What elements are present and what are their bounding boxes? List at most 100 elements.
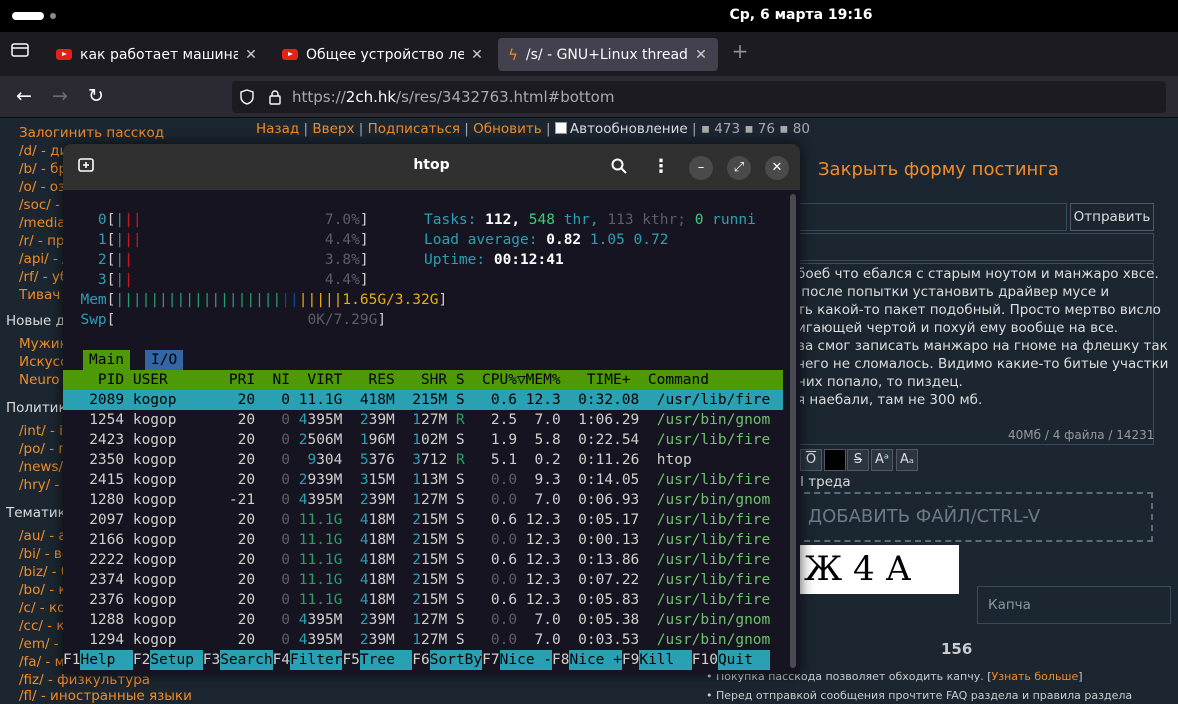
sidebar-item[interactable]: Мужик	[19, 336, 68, 352]
lock-icon[interactable]	[268, 81, 282, 113]
minimize-button[interactable]: –	[689, 156, 713, 180]
sidebar-item[interactable]: /fa/ - м	[19, 654, 65, 670]
sidebar-item[interactable]: /fl/ - иностранные языки	[19, 688, 192, 704]
firefox-view-icon[interactable]	[8, 42, 32, 66]
send-button[interactable]: Отправить	[1070, 203, 1154, 231]
fkey-f5[interactable]: F5	[342, 650, 359, 670]
process-row[interactable]: 2166 kogop 20 0 11.1G 418M 215M S 0.0 12…	[63, 530, 783, 550]
subscribe-link[interactable]: Подписаться	[368, 121, 460, 137]
fkey-f4[interactable]: F4	[273, 650, 290, 670]
url-text[interactable]: https://2ch.hk/s/res/3432763.html#bottom	[292, 81, 614, 113]
sidebar-item[interactable]: /c/ - ко	[19, 600, 65, 616]
tab-main[interactable]: Main	[83, 350, 130, 370]
sidebar-item[interactable]: /d/ - ди	[19, 143, 68, 159]
fkey-f8[interactable]: F8	[552, 650, 569, 670]
close-tab-icon[interactable]: ✕	[244, 47, 258, 63]
reload-icon[interactable]: ↻	[84, 85, 108, 109]
fkey-f6[interactable]: F6	[412, 650, 429, 670]
fkey-label[interactable]: Setup	[150, 650, 203, 670]
fkey-label[interactable]: Search	[220, 650, 273, 670]
fkey-f9[interactable]: F9	[622, 650, 639, 670]
refresh-link[interactable]: Обновить	[473, 121, 542, 137]
sidebar-item[interactable]: Тивач	[19, 287, 60, 303]
tab-youtube-1[interactable]: как работает машина - ✕	[46, 38, 268, 71]
sidebar-item[interactable]: /fiz/ - физкультура	[19, 672, 150, 688]
new-tab-button[interactable]: +	[728, 40, 752, 64]
sidebar-item[interactable]: Залогинить пасскод	[19, 125, 164, 141]
fkey-f2[interactable]: F2	[133, 650, 150, 670]
sidebar-item[interactable]: Neuro	[19, 372, 59, 388]
process-row[interactable]: 1294 kogop 20 0 4395M 239M 127M S 0.0 7.…	[63, 630, 783, 650]
name-input[interactable]	[797, 233, 1154, 261]
close-form-link[interactable]: Закрыть форму постинга	[818, 159, 1059, 180]
sidebar-section[interactable]: Тематик	[6, 505, 66, 521]
tab-io[interactable]: I/O	[145, 350, 184, 370]
spoiler-button[interactable]	[824, 449, 846, 471]
process-row[interactable]: 2350 kogop 20 0 9304 5376 3712 R 5.1 0.2…	[63, 450, 783, 470]
overline-button[interactable]: O	[800, 449, 822, 471]
sidebar-item[interactable]: /biz/ - б	[19, 564, 69, 580]
fkey-label[interactable]: Help	[80, 650, 133, 670]
up-link[interactable]: Вверх	[312, 121, 354, 137]
back-link[interactable]: Назад	[256, 121, 299, 137]
tab-youtube-2[interactable]: Общее устройство легк ✕	[272, 38, 494, 71]
process-row[interactable]: 2222 kogop 20 0 11.1G 418M 215M S 0.6 12…	[63, 550, 783, 570]
auto-refresh-checkbox[interactable]	[554, 122, 567, 134]
sidebar-item[interactable]: /rf/ - уб	[19, 269, 68, 285]
process-row[interactable]: 2089 kogop 20 0 11.1G 418M 215M S 0.6 12…	[63, 390, 783, 410]
fkey-f3[interactable]: F3	[203, 650, 220, 670]
sidebar-item[interactable]: /int/ - i	[19, 423, 63, 439]
process-row[interactable]: 1254 kogop 20 0 4395M 239M 127M R 2.5 7.…	[63, 410, 783, 430]
menu-icon[interactable]: ⋮	[652, 156, 670, 178]
strike-button[interactable]: S	[847, 449, 869, 471]
sidebar-item[interactable]: /r/ - пр	[19, 233, 65, 249]
sidebar-item[interactable]: /soc/ -	[19, 197, 60, 213]
sidebar-item[interactable]: /em/ -	[19, 636, 59, 652]
sidebar-item[interactable]: /b/ - бр	[19, 161, 67, 177]
close-tab-icon[interactable]: ✕	[694, 47, 708, 63]
sidebar-item[interactable]: /news/	[19, 459, 63, 475]
fkey-label[interactable]: Kill	[639, 650, 692, 670]
fkey-f1[interactable]: F1	[63, 650, 80, 670]
process-row[interactable]: 1280 kogop -21 0 4395M 239M 127M S 0.0 7…	[63, 490, 783, 510]
sidebar-item[interactable]: /au/ - а	[19, 528, 67, 544]
back-arrow-icon[interactable]: ←	[12, 85, 36, 109]
fkey-f7[interactable]: F7	[482, 650, 499, 670]
process-row[interactable]: 2376 kogop 20 0 11.1G 418M 215M S 0.6 12…	[63, 590, 783, 610]
fkey-label[interactable]: Tree	[359, 650, 413, 670]
close-window-button[interactable]: ✕	[765, 156, 789, 180]
superscript-button[interactable]: Aᵃ	[871, 449, 893, 471]
maximize-button[interactable]: ⤢	[727, 156, 751, 180]
fkey-f10[interactable]: F10	[692, 650, 718, 670]
learn-more-link[interactable]: Узнать больше	[992, 670, 1079, 683]
sidebar-item[interactable]: /po/ - п	[19, 441, 67, 457]
forward-arrow-icon[interactable]: →	[48, 85, 72, 109]
sidebar-item[interactable]: /media	[19, 215, 66, 231]
search-icon[interactable]	[611, 158, 627, 178]
file-dropzone[interactable]: ДОБАВИТЬ ФАЙЛ/CTRL-V	[794, 492, 1153, 542]
sidebar-item[interactable]: /o/ - оз	[19, 179, 65, 195]
fkey-label[interactable]: Filter	[290, 650, 343, 670]
sidebar-section[interactable]: Новые д	[6, 313, 65, 329]
captcha-input[interactable]: Капча	[977, 586, 1171, 624]
fkey-label[interactable]: Nice +	[569, 650, 622, 670]
fkey-label[interactable]: SortBy	[429, 650, 483, 670]
fkey-label[interactable]: Nice -	[499, 650, 553, 670]
process-table-header[interactable]: PID USER PRI NI VIRT RES SHR S CPU%▽MEM%…	[63, 370, 783, 390]
sidebar-section[interactable]: Политик	[6, 400, 67, 416]
terminal-content[interactable]: 0[||| 7.0%] 1[||| 4.4%] 2[|| 3.8%] 3[|| …	[63, 190, 800, 674]
subscript-button[interactable]: Aₐ	[896, 449, 918, 471]
close-tab-icon[interactable]: ✕	[470, 47, 484, 63]
sidebar-item[interactable]: Искусс	[19, 354, 68, 370]
sidebar-item[interactable]: /hry/ -	[19, 477, 59, 493]
clock[interactable]: Ср, 6 марта 19:16	[0, 7, 1178, 23]
subject-input[interactable]	[797, 203, 1067, 231]
fkey-label[interactable]: Quit	[717, 650, 771, 670]
process-row[interactable]: 2415 kogop 20 0 2939M 315M 113M S 0.0 9.…	[63, 470, 783, 490]
process-row[interactable]: 2097 kogop 20 0 11.1G 418M 215M S 0.6 12…	[63, 510, 783, 530]
url-bar[interactable]: https://2ch.hk/s/res/3432763.html#bottom	[232, 81, 1166, 113]
scrollbar[interactable]	[790, 194, 796, 668]
process-row[interactable]: 1288 kogop 20 0 4395M 239M 127M S 0.0 7.…	[63, 610, 783, 630]
process-row[interactable]: 2423 kogop 20 0 2506M 196M 102M S 1.9 5.…	[63, 430, 783, 450]
tab-active-2ch[interactable]: ϟ /s/ - GNU+Linux thread # ✕	[498, 38, 718, 71]
